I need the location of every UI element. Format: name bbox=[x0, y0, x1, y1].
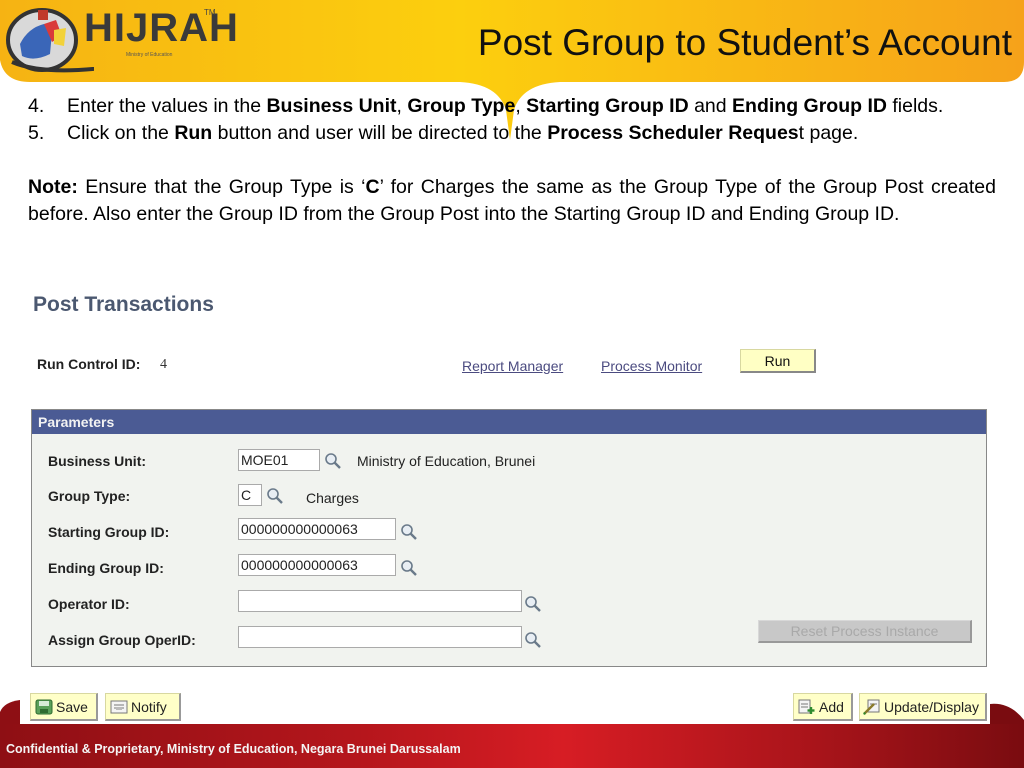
step-text: , bbox=[396, 95, 408, 117]
group-type-label: Group Type: bbox=[48, 488, 131, 504]
group-type-description: Charges bbox=[306, 490, 359, 506]
step-text: button and user will be directed to the bbox=[212, 122, 548, 144]
update-display-icon bbox=[863, 699, 880, 715]
ending-group-id-label: Ending Group ID: bbox=[48, 560, 164, 576]
ending-group-id-input[interactable]: 000000000000063 bbox=[238, 554, 396, 576]
parameters-panel: Parameters Business Unit: MOE01 Ministry… bbox=[31, 409, 987, 667]
step-bold: Run bbox=[174, 122, 213, 144]
group-type-lookup-icon[interactable] bbox=[266, 487, 284, 505]
notify-button[interactable]: Notify bbox=[105, 693, 181, 721]
update-display-label: Update/Display bbox=[884, 698, 979, 715]
step-text: t page. bbox=[798, 122, 859, 144]
step-number: 4. bbox=[28, 95, 45, 117]
save-label: Save bbox=[56, 698, 88, 715]
note-label: Note: bbox=[28, 176, 78, 198]
business-unit-input[interactable]: MOE01 bbox=[238, 449, 320, 471]
business-unit-label: Business Unit: bbox=[48, 453, 147, 469]
add-button[interactable]: Add bbox=[793, 693, 853, 721]
footer-text: Confidential & Proprietary, Ministry of … bbox=[6, 742, 461, 756]
business-unit-lookup-icon[interactable] bbox=[324, 452, 342, 470]
save-icon bbox=[35, 699, 53, 714]
step-bold: Business Unit bbox=[266, 95, 397, 117]
step-4: 4. Enter the values in the Business Unit… bbox=[28, 93, 996, 120]
group-type-input[interactable]: C bbox=[238, 484, 262, 506]
logo-subtitle: Ministry of Education bbox=[126, 52, 173, 58]
step-text: and bbox=[688, 95, 733, 117]
note-bold: C bbox=[365, 176, 380, 198]
instructions: 4. Enter the values in the Business Unit… bbox=[28, 93, 996, 228]
slide-title: Post Group to Student’s Account bbox=[477, 22, 1012, 63]
starting-group-id-input[interactable]: 000000000000063 bbox=[238, 518, 396, 540]
update-display-button[interactable]: Update/Display bbox=[859, 693, 987, 721]
step-text: Click on the bbox=[67, 122, 175, 144]
step-text: Enter the values in the bbox=[67, 95, 267, 117]
note-text: Ensure that the Group Type is ‘ bbox=[77, 176, 366, 198]
globe-icon bbox=[6, 8, 94, 73]
parameters-header: Parameters bbox=[32, 410, 986, 434]
save-button[interactable]: Save bbox=[30, 693, 98, 721]
operator-id-input[interactable] bbox=[238, 590, 522, 612]
business-unit-description: Ministry of Education, Brunei bbox=[357, 453, 536, 469]
notify-label: Notify bbox=[131, 698, 167, 715]
operator-id-lookup-icon[interactable] bbox=[524, 595, 542, 613]
ending-group-id-lookup-icon[interactable] bbox=[400, 559, 418, 577]
step-bold: Group Type bbox=[407, 95, 516, 117]
starting-group-id-label: Starting Group ID: bbox=[48, 524, 170, 540]
step-bold: Process Scheduler Reques bbox=[547, 122, 799, 144]
reset-process-instance-button[interactable]: Reset Process Instance bbox=[758, 620, 972, 643]
step-text: fields. bbox=[886, 95, 944, 117]
add-icon bbox=[798, 699, 815, 714]
step-number: 5. bbox=[28, 122, 45, 144]
header-banner: HIJRAH TM Ministry of Education Post Gro… bbox=[0, 0, 1024, 140]
page-title: Post Transactions bbox=[33, 293, 214, 316]
assign-group-operid-input[interactable] bbox=[238, 626, 522, 648]
assign-group-operid-lookup-icon[interactable] bbox=[524, 631, 542, 649]
logo-trademark: TM bbox=[204, 8, 216, 17]
process-monitor-link[interactable]: Process Monitor bbox=[601, 358, 702, 374]
run-control-value: 4 bbox=[160, 357, 167, 372]
add-label: Add bbox=[819, 698, 844, 715]
note: Note: Ensure that the Group Type is ‘C’ … bbox=[28, 174, 996, 228]
operator-id-label: Operator ID: bbox=[48, 596, 130, 612]
step-bold: Ending Group ID bbox=[732, 95, 887, 117]
hijrah-logo: HIJRAH TM Ministry of Education bbox=[4, 2, 238, 80]
report-manager-link[interactable]: Report Manager bbox=[462, 358, 563, 374]
step-text: , bbox=[515, 95, 527, 117]
starting-group-id-lookup-icon[interactable] bbox=[400, 523, 418, 541]
assign-group-operid-label: Assign Group OperID: bbox=[48, 632, 196, 648]
notify-icon bbox=[110, 700, 128, 713]
run-control-label: Run Control ID: bbox=[37, 356, 141, 372]
run-button[interactable]: Run bbox=[740, 349, 816, 373]
step-5: 5. Click on the Run button and user will… bbox=[28, 120, 996, 147]
step-bold: Starting Group ID bbox=[526, 95, 689, 117]
